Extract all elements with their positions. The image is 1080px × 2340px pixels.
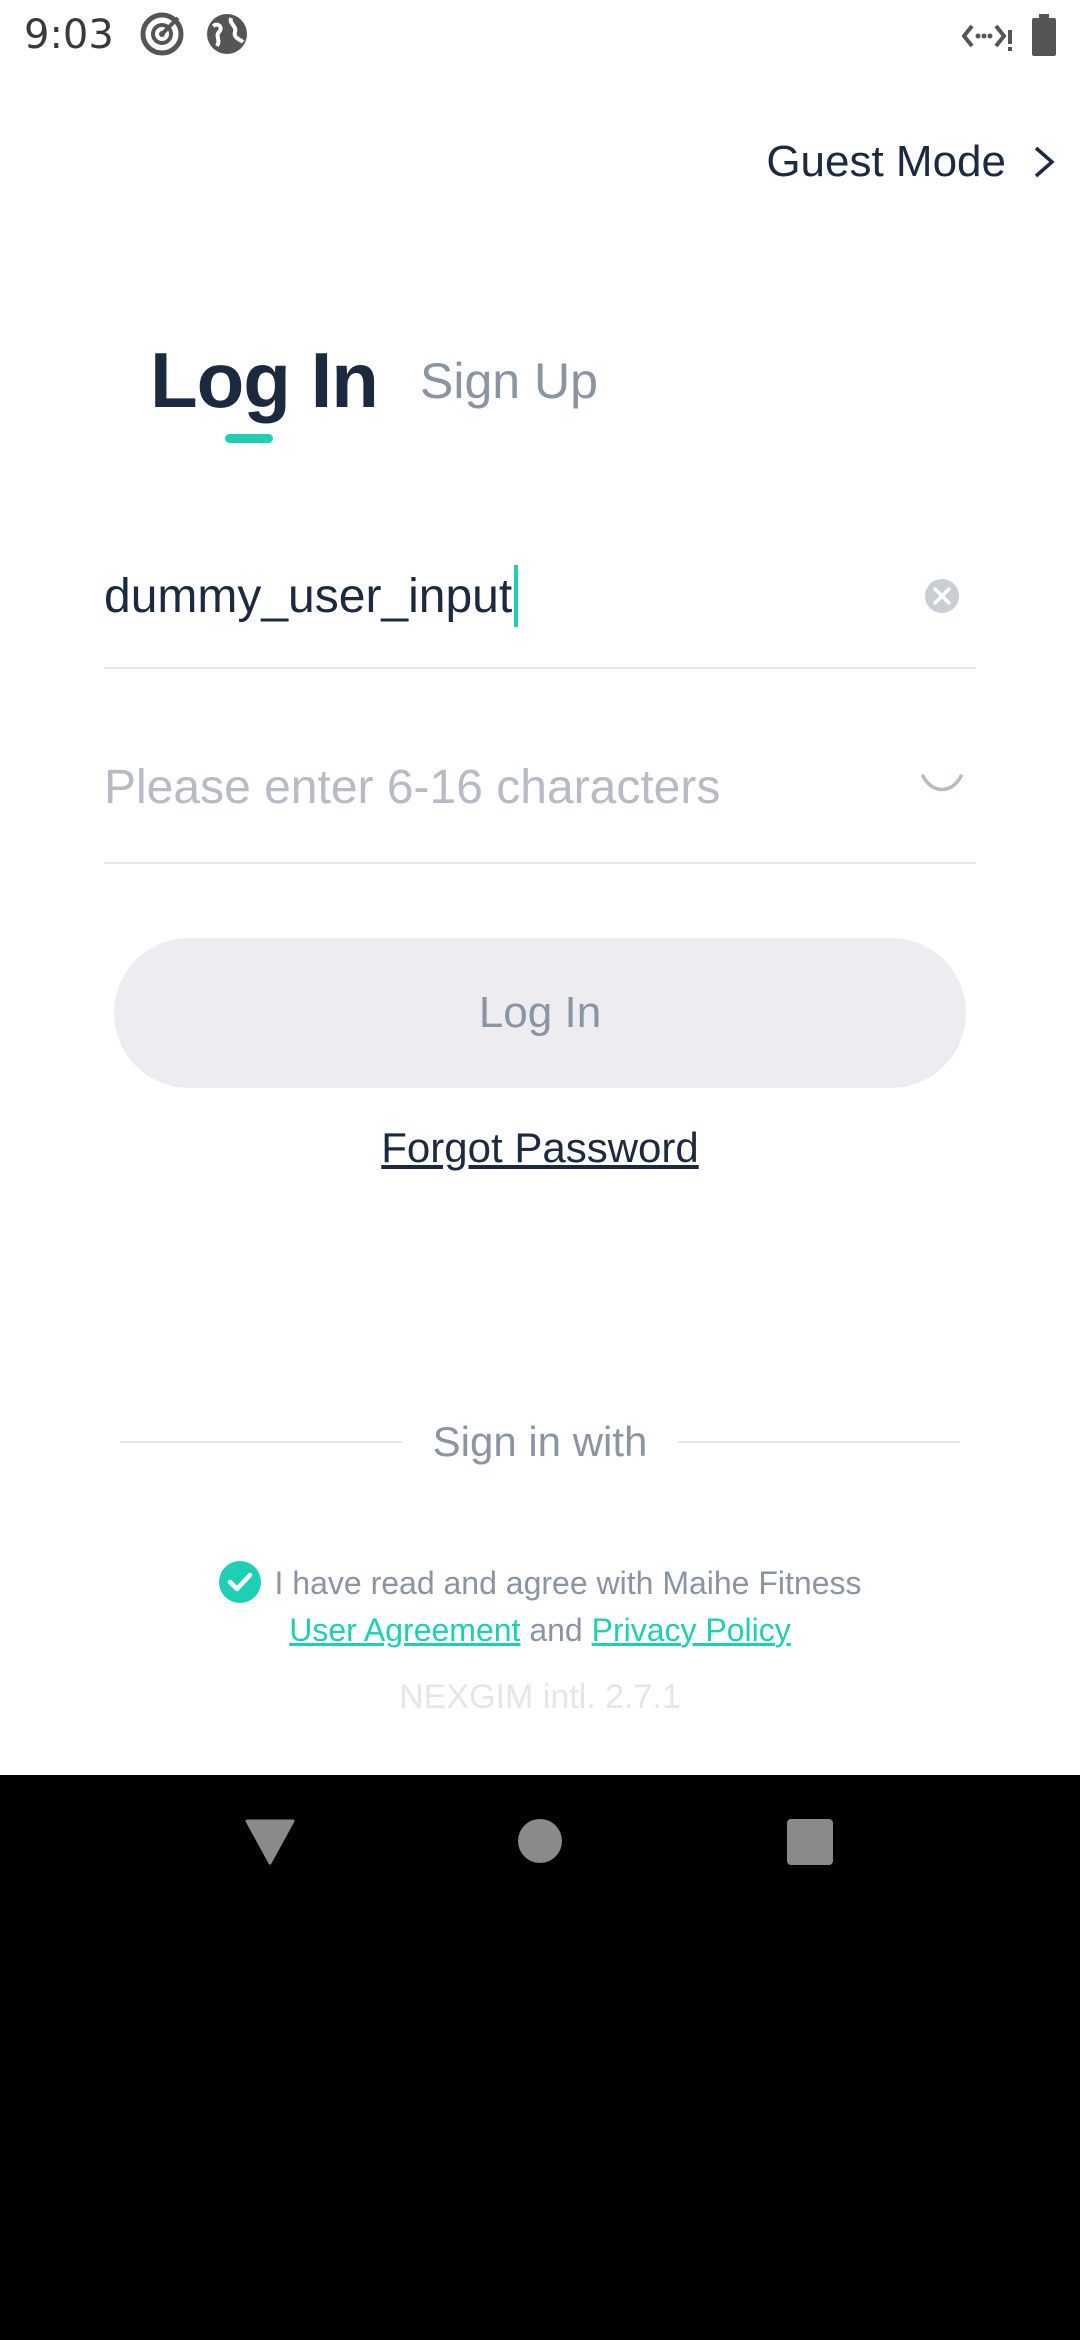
text-caret bbox=[514, 565, 519, 627]
guest-mode-label: Guest Mode bbox=[766, 137, 1006, 186]
back-icon[interactable] bbox=[245, 1819, 295, 1870]
home-icon[interactable] bbox=[518, 1819, 562, 1868]
tab-sign-up[interactable]: Sign Up bbox=[420, 352, 598, 410]
username-value: dummy_user_input bbox=[104, 569, 513, 623]
chevron-right-icon bbox=[1032, 132, 1080, 192]
agreement-and: and bbox=[529, 1611, 583, 1648]
forgot-password-link[interactable]: Forgot Password bbox=[0, 1124, 1080, 1172]
target-icon bbox=[140, 12, 184, 56]
recents-icon[interactable] bbox=[787, 1819, 833, 1870]
privacy-policy-link[interactable]: Privacy Policy bbox=[592, 1612, 791, 1648]
guest-mode-link[interactable]: Guest Mode bbox=[766, 132, 1080, 192]
password-placeholder: Please enter 6-16 characters bbox=[104, 761, 721, 814]
agreement-text: I have read and agree with Maihe Fitness bbox=[274, 1565, 862, 1601]
clear-icon[interactable] bbox=[924, 578, 960, 614]
tab-log-in[interactable]: Log In bbox=[150, 335, 379, 426]
divider-right bbox=[678, 1441, 960, 1443]
check-circle-icon[interactable] bbox=[218, 1560, 261, 1603]
agreement-section: I have read and agree with Maihe Fitness… bbox=[0, 1560, 1080, 1653]
password-field[interactable]: Please enter 6-16 characters bbox=[104, 740, 976, 864]
username-field[interactable]: dummy_user_input bbox=[104, 545, 976, 669]
app-version: NEXGIM intl. 2.7.1 bbox=[399, 1678, 681, 1716]
login-screen: 9:03 Guest Mode Log In Sign Up dummy_use… bbox=[0, 0, 1080, 1775]
data-saver-icon bbox=[962, 18, 1014, 54]
battery-icon bbox=[1032, 14, 1056, 56]
log-in-button[interactable]: Log In bbox=[114, 938, 966, 1088]
eye-closed-icon[interactable] bbox=[920, 770, 964, 800]
navigation-bar bbox=[0, 1775, 1080, 1920]
username-input[interactable]: dummy_user_input bbox=[104, 565, 519, 627]
tab-active-indicator bbox=[225, 434, 273, 443]
globe-icon bbox=[205, 12, 249, 56]
status-time: 9:03 bbox=[24, 12, 114, 58]
user-agreement-link[interactable]: User Agreement bbox=[289, 1612, 520, 1648]
